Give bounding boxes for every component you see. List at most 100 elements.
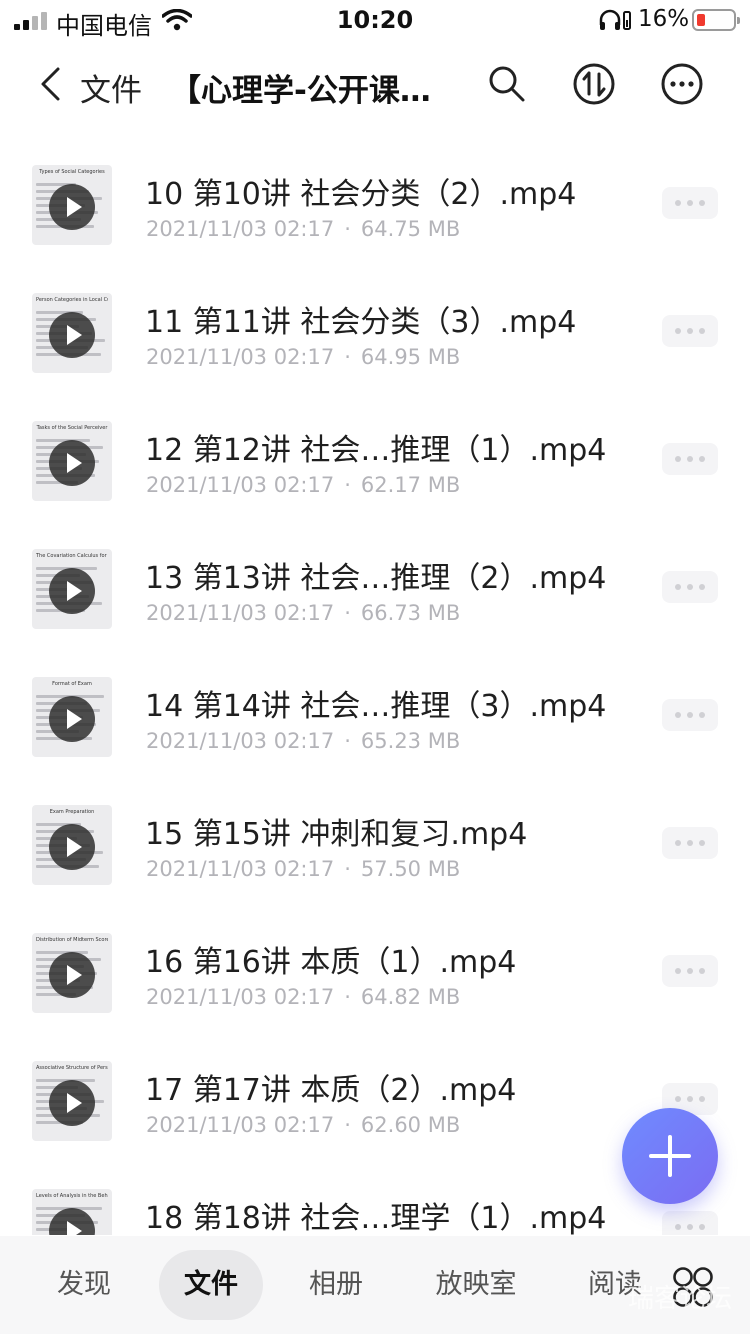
item-more-button[interactable]	[662, 443, 718, 475]
video-thumbnail[interactable]: Distribution of Midterm Scores	[32, 933, 112, 1013]
file-date: 2021/11/03 02:17	[146, 729, 335, 753]
back-button-label[interactable]: 文件	[80, 65, 142, 110]
list-item[interactable]: Exam Preparation 15 第15讲 冲刺和复习.mp4 2021/11…	[0, 778, 750, 906]
file-meta: 2021/11/03 02:17 · 65.23 MB	[146, 729, 460, 753]
file-date: 2021/11/03 02:17	[146, 985, 335, 1009]
list-item[interactable]: Types of Social Categories 10 第10讲 社会分类（2…	[0, 138, 750, 266]
file-size: 66.73 MB	[360, 601, 461, 625]
file-name: 18 第18讲 社会…理学（1）.mp4	[145, 1201, 607, 1235]
file-meta: 2021/11/03 02:17 · 66.73 MB	[146, 601, 460, 625]
play-icon	[49, 184, 95, 230]
file-date: 2021/11/03 02:17	[146, 1113, 335, 1137]
file-size: 62.17 MB	[360, 473, 461, 497]
item-more-button[interactable]	[662, 1211, 718, 1235]
file-meta: 2021/11/03 02:17 · 57.50 MB	[146, 857, 460, 881]
watermark: 瑞客论坛	[628, 1284, 733, 1314]
file-size: 62.60 MB	[360, 1113, 461, 1137]
status-bar: 中国电信 10:20 16%	[0, 0, 750, 40]
play-icon	[49, 312, 95, 358]
item-more-button[interactable]	[662, 955, 718, 987]
item-more-button[interactable]	[662, 571, 718, 603]
back-icon[interactable]	[30, 62, 74, 106]
thumbnail-title: Exam Preparation	[49, 809, 95, 815]
thumbnail-title: Types of Social Categories	[39, 169, 105, 175]
list-item[interactable]: Distribution of Midterm Scores 16 第16讲 本质…	[0, 906, 750, 1034]
add-button[interactable]	[622, 1108, 718, 1204]
video-thumbnail[interactable]: Tasks of the Social Perceiver	[32, 421, 112, 501]
thumbnail-title: The Covariation Calculus for Causal Attr…	[36, 553, 108, 559]
list-item[interactable]: Format of Exam 14 第14讲 社会…推理（3）.mp4 2021/1…	[0, 650, 750, 778]
file-meta: 2021/11/03 02:17 · 62.17 MB	[146, 473, 460, 497]
file-date: 2021/11/03 02:17	[146, 345, 335, 369]
thumbnail-title: Person Categories in Local Culture	[36, 297, 108, 303]
video-thumbnail[interactable]: Types of Social Categories	[32, 165, 112, 245]
meta-separator: ·	[344, 1113, 351, 1137]
thumbnail-title: Distribution of Midterm Scores	[36, 937, 108, 943]
file-meta: 2021/11/03 02:17 · 64.82 MB	[146, 985, 460, 1009]
file-list: Types of Social Categories 10 第10讲 社会分类（2…	[0, 138, 750, 1235]
meta-separator: ·	[344, 985, 351, 1009]
file-name: 10 第10讲 社会分类（2）.mp4	[145, 177, 577, 212]
thumbnail-title: Levels of Analysis in the Behavioral Sci…	[36, 1193, 108, 1199]
file-name: 12 第12讲 社会…推理（1）.mp4	[145, 433, 607, 468]
play-icon	[49, 824, 95, 870]
file-name: 14 第14讲 社会…推理（3）.mp4	[145, 689, 607, 724]
item-more-button[interactable]	[662, 187, 718, 219]
page-title: 【心理学-公开课…	[170, 73, 431, 109]
tab-files[interactable]: 文件	[159, 1250, 263, 1320]
file-size: 64.75 MB	[360, 217, 461, 241]
file-date: 2021/11/03 02:17	[146, 473, 335, 497]
meta-separator: ·	[344, 345, 351, 369]
file-date: 2021/11/03 02:17	[146, 217, 335, 241]
file-name: 16 第16讲 本质（1）.mp4	[145, 945, 517, 980]
play-icon	[49, 952, 95, 998]
meta-separator: ·	[344, 729, 351, 753]
thumbnail-title: Tasks of the Social Perceiver	[36, 425, 108, 431]
play-icon	[49, 440, 95, 486]
file-meta: 2021/11/03 02:17 · 64.75 MB	[146, 217, 460, 241]
file-size: 57.50 MB	[360, 857, 461, 881]
tab-discover[interactable]: 发现	[34, 1250, 134, 1320]
meta-separator: ·	[344, 473, 351, 497]
video-thumbnail[interactable]: The Covariation Calculus for Causal Attr…	[32, 549, 112, 629]
file-date: 2021/11/03 02:17	[146, 601, 335, 625]
file-name: 13 第13讲 社会…推理（2）.mp4	[145, 561, 607, 596]
video-thumbnail[interactable]: Levels of Analysis in the Behavioral Sci…	[32, 1189, 112, 1235]
meta-separator: ·	[344, 217, 351, 241]
play-icon	[49, 696, 95, 742]
video-thumbnail[interactable]: Person Categories in Local Culture	[32, 293, 112, 373]
play-icon	[49, 568, 95, 614]
thumbnail-title: Associative Structure of Person Memory	[36, 1065, 108, 1071]
tab-theater[interactable]: 放映室	[418, 1250, 534, 1320]
video-thumbnail[interactable]: Format of Exam	[32, 677, 112, 757]
file-size: 64.82 MB	[360, 985, 461, 1009]
item-more-button[interactable]	[662, 827, 718, 859]
file-date: 2021/11/03 02:17	[146, 857, 335, 881]
video-thumbnail[interactable]: Associative Structure of Person Memory	[32, 1061, 112, 1141]
play-icon	[49, 1080, 95, 1126]
list-item[interactable]: Tasks of the Social Perceiver 12 第12讲 社会……	[0, 394, 750, 522]
search-icon[interactable]	[484, 61, 530, 107]
nav-bar: 文件 【心理学-公开课…	[0, 40, 750, 130]
tab-album[interactable]: 相册	[286, 1250, 386, 1320]
file-size: 65.23 MB	[360, 729, 461, 753]
file-size: 64.95 MB	[360, 345, 461, 369]
headphone-icon	[599, 9, 631, 30]
list-item[interactable]: The Covariation Calculus for Causal Attr…	[0, 522, 750, 650]
file-meta: 2021/11/03 02:17 · 64.95 MB	[146, 345, 460, 369]
battery-percent: 16%	[638, 6, 690, 32]
sort-icon[interactable]	[571, 61, 617, 107]
item-more-button[interactable]	[662, 699, 718, 731]
file-name: 11 第11讲 社会分类（3）.mp4	[145, 305, 577, 340]
more-icon[interactable]	[659, 61, 705, 107]
meta-separator: ·	[344, 857, 351, 881]
video-thumbnail[interactable]: Exam Preparation	[32, 805, 112, 885]
file-name: 17 第17讲 本质（2）.mp4	[145, 1073, 517, 1108]
file-name: 15 第15讲 冲刺和复习.mp4	[145, 817, 528, 852]
file-meta: 2021/11/03 02:17 · 62.60 MB	[146, 1113, 460, 1137]
list-item[interactable]: Person Categories in Local Culture 11 第11…	[0, 266, 750, 394]
battery-icon	[692, 9, 740, 31]
thumbnail-title: Format of Exam	[52, 681, 92, 687]
item-more-button[interactable]	[662, 315, 718, 347]
meta-separator: ·	[344, 601, 351, 625]
